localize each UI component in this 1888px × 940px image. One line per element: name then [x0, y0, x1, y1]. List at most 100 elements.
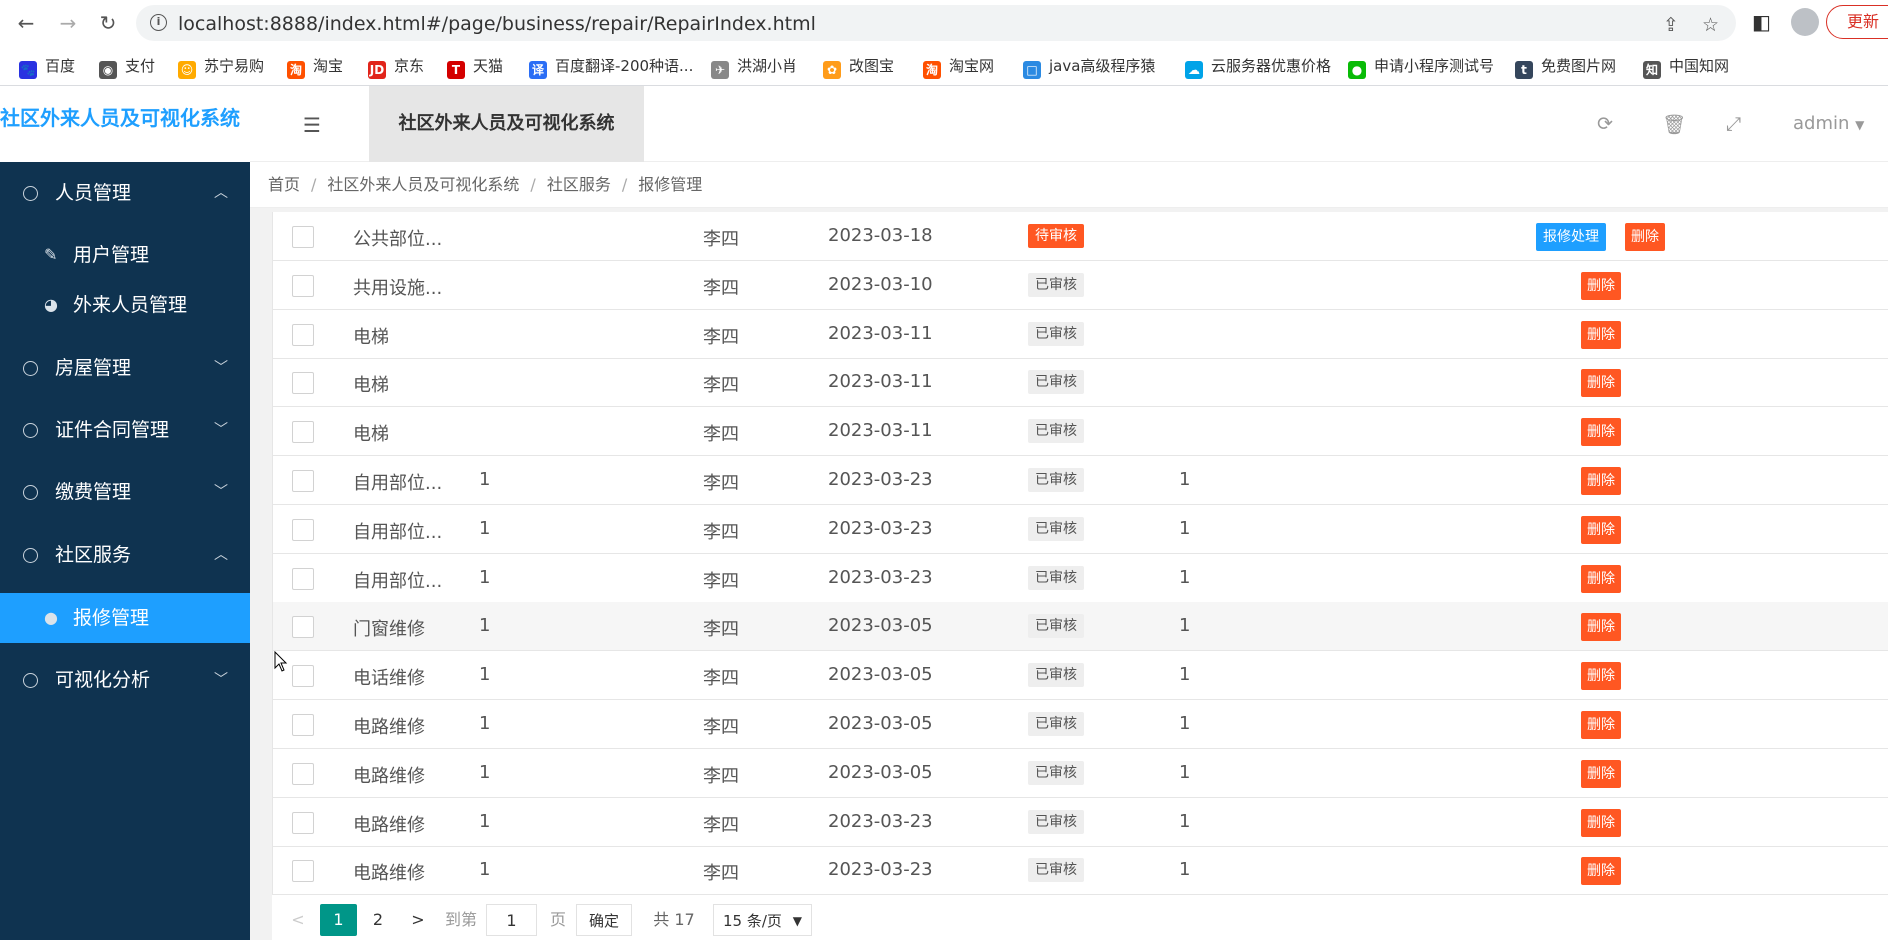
star-icon[interactable]: ☆	[1702, 14, 1719, 36]
row-checkbox[interactable]	[292, 811, 314, 834]
info-icon[interactable]: i	[150, 14, 167, 31]
row-checkbox[interactable]	[292, 372, 314, 395]
sidebar-item-payment[interactable]: 缴费管理 ﹀	[0, 461, 250, 523]
repair-user: 李四	[703, 473, 739, 494]
delete-button[interactable]: 删除	[1581, 418, 1621, 447]
bookmark-item[interactable]: ✈ 洪湖小肖	[711, 54, 797, 79]
page-size-select[interactable]: 15 条/页 ▼	[713, 904, 812, 936]
breadcrumb-system[interactable]: 社区外来人员及可视化系统	[327, 175, 519, 194]
bookmark-label: 京东	[394, 57, 425, 75]
sidebar-item-outsiders[interactable]: ◕ 外来人员管理	[0, 280, 250, 330]
repair-name: 自用部位...	[353, 521, 443, 543]
delete-button[interactable]: 删除	[1581, 662, 1621, 691]
profile-avatar[interactable]	[1791, 8, 1819, 36]
process-repair-button[interactable]: 报修处理	[1536, 223, 1606, 251]
delete-button[interactable]: 删除	[1625, 223, 1665, 251]
update-button[interactable]: 更新	[1826, 5, 1888, 39]
repair-user: 李四	[703, 570, 739, 592]
bookmark-item[interactable]: ✿ 改图宝	[823, 54, 894, 79]
delete-button[interactable]: 删除	[1581, 808, 1621, 837]
menu-fold-icon[interactable]: ☰	[303, 113, 321, 137]
bookmark-label: 云服务器优惠价格	[1211, 57, 1332, 75]
row-checkbox[interactable]	[292, 421, 314, 444]
delete-button[interactable]: 删除	[1581, 467, 1621, 495]
delete-button[interactable]: 删除	[1581, 320, 1621, 349]
sidebar-item-certificates[interactable]: 证件合同管理 ﹀	[0, 399, 250, 461]
user-menu[interactable]: admin ▼	[1793, 113, 1864, 134]
user-name: admin	[1793, 113, 1850, 134]
row-checkbox[interactable]	[292, 860, 314, 883]
prev-page-button[interactable]: <	[288, 904, 308, 936]
reload-icon[interactable]: ↻	[96, 11, 120, 35]
forward-icon[interactable]: →	[56, 11, 80, 35]
repair-user: 李四	[703, 619, 739, 641]
bookmark-item[interactable]: 淘淘宝网	[923, 54, 994, 79]
logo-area: 社区外来人员及可视化系统	[0, 86, 250, 162]
row-checkbox[interactable]	[292, 616, 314, 639]
bookmark-item[interactable]: 🐾 百度	[19, 54, 75, 79]
bookmark-item[interactable]: ☺ 苏宁易购	[178, 54, 264, 79]
app-header: 社区外来人员及可视化系统 ☰ 社区外来人员及可视化系统 ⟳ 🗑 ⤢ admin …	[0, 86, 1888, 162]
bookmark-item[interactable]: 译百度翻译-200种语...	[529, 54, 693, 79]
sidebar-item-housing[interactable]: 房屋管理 ﹀	[0, 337, 250, 399]
breadcrumb-home[interactable]: 首页	[268, 175, 300, 194]
goto-confirm-button[interactable]: 确定	[576, 904, 632, 936]
breadcrumb-separator: /	[621, 175, 628, 194]
repair-count: 1	[479, 859, 491, 881]
delete-button[interactable]: 删除	[1581, 613, 1621, 642]
delete-button[interactable]: 删除	[1581, 564, 1621, 593]
fullscreen-icon[interactable]: ⤢	[1726, 113, 1741, 135]
delete-button[interactable]: 删除	[1581, 711, 1621, 739]
row-checkbox[interactable]	[292, 274, 314, 297]
sidebar-item-label: 外来人员管理	[73, 294, 188, 316]
repair-user: 李四	[703, 375, 739, 397]
delete-button[interactable]: 删除	[1581, 369, 1621, 398]
sidebar-item-repair[interactable]: ● 报修管理	[0, 593, 250, 643]
back-icon[interactable]: ←	[14, 11, 38, 35]
delete-button[interactable]: 删除	[1581, 857, 1621, 886]
url-text[interactable]: localhost:8888/index.html#/page/business…	[178, 13, 816, 35]
delete-button[interactable]: 删除	[1581, 271, 1621, 300]
sidebar-item-community[interactable]: 社区服务 ︿	[0, 524, 250, 586]
row-checkbox[interactable]	[292, 518, 314, 541]
breadcrumb-community[interactable]: 社区服务	[547, 175, 611, 194]
sidebar-item-label: 用户管理	[73, 244, 150, 266]
sidepanel-icon[interactable]: ◧	[1752, 10, 1771, 34]
next-page-button[interactable]: >	[408, 904, 428, 936]
delete-button[interactable]: 删除	[1581, 759, 1621, 788]
page-size-value: 15 条/页	[723, 912, 782, 930]
bookmark-item[interactable]: □ java高级程序猿	[1023, 54, 1155, 79]
goto-page-input[interactable]: 1	[486, 904, 537, 936]
bookmark-item[interactable]: ◉ 支付	[99, 54, 155, 79]
row-checkbox[interactable]	[292, 567, 314, 590]
row-checkbox[interactable]	[292, 714, 314, 736]
page-2-button[interactable]: 2	[368, 904, 388, 936]
bookmark-item[interactable]: JD 京东	[368, 54, 425, 79]
bookmark-item[interactable]: t 免费图片网	[1515, 54, 1616, 79]
row-checkbox[interactable]	[292, 665, 314, 688]
row-checkbox[interactable]	[292, 226, 314, 248]
app-title: 社区外来人员及可视化系统	[0, 106, 240, 130]
refresh-icon[interactable]: ⟳	[1597, 113, 1613, 135]
table-row: 门窗维修 1 李四 2023-03-05 已审核 1 删除	[273, 602, 1888, 652]
row-checkbox[interactable]	[292, 323, 314, 346]
row-checkbox[interactable]	[292, 470, 314, 492]
repair-name: 电路维修	[353, 765, 425, 787]
page-1-button[interactable]: 1	[320, 904, 357, 936]
address-bar[interactable]: i localhost:8888/index.html#/page/busine…	[136, 5, 1736, 41]
bookmark-item[interactable]: 淘淘宝	[287, 54, 343, 79]
bookmark-item[interactable]: ☁ 云服务器优惠价格	[1185, 54, 1332, 79]
share-icon[interactable]: ⇪	[1663, 14, 1679, 36]
sidebar-item-visualization[interactable]: 可视化分析 ﹀	[0, 649, 250, 711]
repair-date: 2023-03-23	[828, 566, 933, 588]
sidebar-item-users[interactable]: ✎ 用户管理	[0, 230, 250, 280]
bookmark-item[interactable]: ● 申请小程序测试号	[1348, 54, 1494, 79]
bookmark-item[interactable]: T 天猫	[447, 54, 503, 79]
sidebar-item-people[interactable]: 人员管理 ︿	[0, 162, 250, 224]
tab-home[interactable]: 社区外来人员及可视化系统	[369, 86, 644, 162]
chevron-down-icon: ﹀	[214, 484, 228, 500]
bookmark-item[interactable]: 知中国知网	[1643, 54, 1729, 79]
trash-icon[interactable]: 🗑	[1662, 113, 1686, 136]
row-checkbox[interactable]	[292, 762, 314, 785]
delete-button[interactable]: 删除	[1581, 515, 1621, 544]
